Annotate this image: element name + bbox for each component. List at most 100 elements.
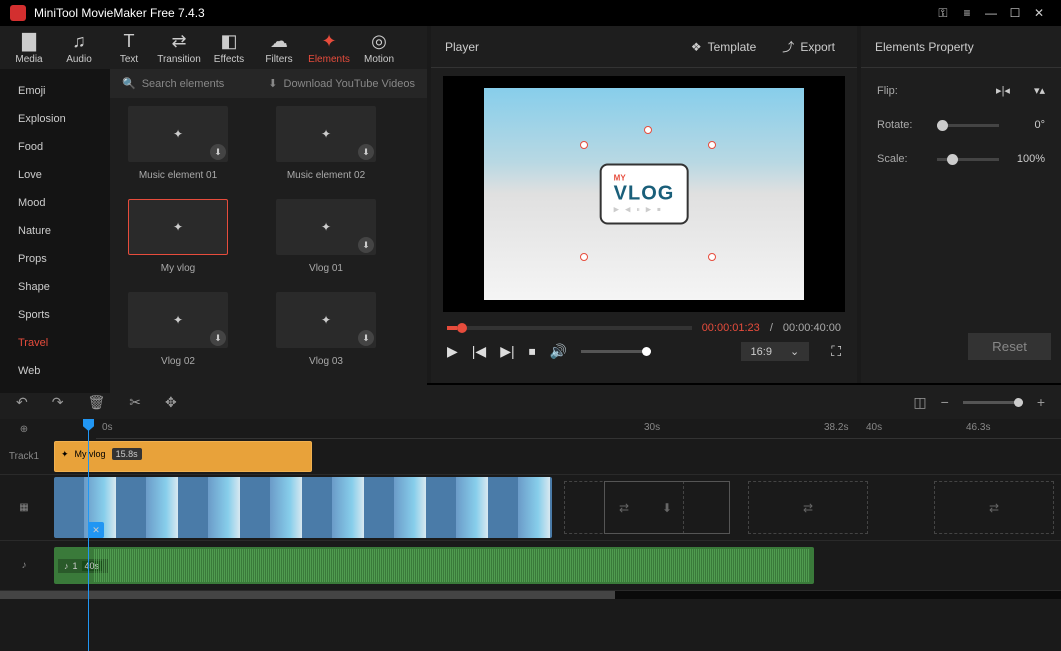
- transition-marker[interactable]: ✕: [88, 522, 104, 538]
- aspect-ratio-select[interactable]: 16:9 ⌄: [741, 342, 810, 361]
- crop-icon[interactable]: ✥: [165, 394, 177, 411]
- layers-icon: ❖: [691, 40, 702, 54]
- preview-canvas[interactable]: MY VLOG ▶ ◀ ⏸ ▶ ⏹: [443, 76, 845, 312]
- minimize-icon[interactable]: —: [979, 1, 1003, 25]
- properties-header: Elements Property: [861, 26, 1061, 68]
- reset-button[interactable]: Reset: [968, 333, 1051, 360]
- elements-icon: ✦: [321, 30, 336, 52]
- track1-label: Track1: [0, 451, 48, 462]
- sidebar-item-sports[interactable]: Sports: [0, 301, 110, 329]
- element-card[interactable]: ✦My vlog: [118, 199, 238, 274]
- sidebar-item-love[interactable]: Love: [0, 161, 110, 189]
- sidebar-item-travel[interactable]: Travel: [0, 329, 110, 357]
- add-track-icon[interactable]: ⊕: [0, 419, 48, 439]
- element-card[interactable]: ✦⬇Vlog 02: [118, 292, 238, 367]
- search-icon: 🔍: [122, 77, 136, 90]
- template-button[interactable]: ❖ Template: [683, 36, 764, 58]
- main-toolbar: ▇Media♫AudioTText⇄Transition◧Effects☁Fil…: [0, 26, 427, 69]
- tool-elements[interactable]: ✦Elements: [304, 26, 354, 69]
- tool-motion[interactable]: ◎Motion: [354, 26, 404, 69]
- next-frame-icon[interactable]: ▶|: [500, 343, 514, 360]
- star-icon: ✦: [61, 449, 69, 460]
- scale-slider[interactable]: [937, 158, 999, 161]
- flip-label: Flip:: [877, 85, 927, 97]
- tool-effects[interactable]: ◧Effects: [204, 26, 254, 69]
- timeline-ruler[interactable]: 0s30s38.2s40s46.3s: [96, 419, 1061, 439]
- time-current: 00:00:01:23: [702, 322, 760, 334]
- app-title: MiniTool MovieMaker Free 7.4.3: [34, 6, 931, 20]
- fullscreen-icon[interactable]: ⛶: [831, 343, 841, 360]
- redo-icon[interactable]: ↷: [52, 394, 64, 411]
- volume-icon[interactable]: 🔊: [550, 343, 567, 360]
- export-button[interactable]: ⤴ Export: [774, 34, 843, 59]
- download-badge-icon[interactable]: ⬇: [358, 144, 374, 160]
- horizontal-scrollbar[interactable]: [0, 591, 1061, 599]
- sidebar-item-nature[interactable]: Nature: [0, 217, 110, 245]
- sidebar-item-emoji[interactable]: Emoji: [0, 77, 110, 105]
- scale-value: 100%: [1009, 153, 1045, 165]
- titlebar: MiniTool MovieMaker Free 7.4.3 ⚿ ≡ — ☐ ✕: [0, 0, 1061, 26]
- sidebar-item-shape[interactable]: Shape: [0, 273, 110, 301]
- elements-grid: ✦⬇Music element 01 ✦⬇Music element 02 ✦My …: [110, 98, 427, 375]
- transition-dropzone[interactable]: ⇄: [748, 481, 868, 534]
- download-icon: ⬇: [268, 77, 277, 90]
- flip-vertical-icon[interactable]: ▾▴: [1034, 84, 1045, 97]
- text-icon: T: [124, 30, 135, 52]
- video-clip[interactable]: ✕: [54, 477, 552, 538]
- download-badge-icon[interactable]: ⬇: [210, 144, 226, 160]
- download-youtube-link[interactable]: ⬇ Download YouTube Videos: [268, 77, 415, 90]
- rotate-slider[interactable]: [937, 124, 999, 127]
- motion-icon: ◎: [371, 30, 387, 52]
- element-card[interactable]: ✦⬇Music element 02: [266, 106, 386, 181]
- search-input[interactable]: 🔍 Search elements: [122, 77, 268, 90]
- tool-media[interactable]: ▇Media: [4, 26, 54, 69]
- media-dropzone[interactable]: ⬇: [604, 481, 730, 534]
- element-clip[interactable]: ✦ My vlog 15.8s: [54, 441, 312, 472]
- sidebar-item-food[interactable]: Food: [0, 133, 110, 161]
- volume-slider[interactable]: [581, 350, 651, 353]
- vlog-overlay[interactable]: MY VLOG ▶ ◀ ⏸ ▶ ⏹: [600, 164, 689, 225]
- undo-icon[interactable]: ↶: [16, 394, 28, 411]
- sidebar-item-web[interactable]: Web: [0, 357, 110, 385]
- tool-transition[interactable]: ⇄Transition: [154, 26, 204, 69]
- transition-dropzone[interactable]: ⇄: [934, 481, 1054, 534]
- timeline[interactable]: ⊕ 0s30s38.2s40s46.3s Track1 ✦ My vlog 15…: [0, 419, 1061, 651]
- menu-icon[interactable]: ≡: [955, 1, 979, 25]
- audio-clip[interactable]: ♪ 1 40s: [54, 547, 814, 584]
- close-icon[interactable]: ✕: [1027, 1, 1051, 25]
- zoom-in-icon[interactable]: +: [1037, 394, 1045, 410]
- sidebar-item-mood[interactable]: Mood: [0, 189, 110, 217]
- audio-track-icon: ♪: [0, 560, 48, 571]
- snap-icon[interactable]: ◫: [913, 394, 926, 411]
- element-card[interactable]: ✦⬇Vlog 01: [266, 199, 386, 274]
- play-icon[interactable]: ▶: [447, 343, 458, 360]
- zoom-out-icon[interactable]: −: [941, 394, 949, 410]
- app-logo-icon: [10, 5, 26, 21]
- delete-icon[interactable]: 🗑: [87, 394, 105, 411]
- zoom-slider[interactable]: [963, 401, 1023, 404]
- split-icon[interactable]: ✂: [129, 394, 141, 411]
- element-card[interactable]: ✦⬇Music element 01: [118, 106, 238, 181]
- license-key-icon[interactable]: ⚿: [931, 1, 955, 25]
- download-badge-icon[interactable]: ⬇: [210, 330, 226, 346]
- time-total: 00:00:40:00: [783, 322, 841, 334]
- prev-frame-icon[interactable]: |◀: [472, 343, 486, 360]
- sidebar-item-props[interactable]: Props: [0, 245, 110, 273]
- music-icon: ♪: [64, 561, 69, 571]
- scrub-bar[interactable]: [447, 326, 692, 330]
- sidebar-item-explosion[interactable]: Explosion: [0, 105, 110, 133]
- flip-horizontal-icon[interactable]: ▸|◂: [996, 84, 1010, 97]
- tool-filters[interactable]: ☁Filters: [254, 26, 304, 69]
- maximize-icon[interactable]: ☐: [1003, 1, 1027, 25]
- download-badge-icon[interactable]: ⬇: [358, 237, 374, 253]
- scale-label: Scale:: [877, 153, 927, 165]
- playhead[interactable]: [88, 419, 89, 651]
- music-icon: ♫: [72, 30, 86, 52]
- stop-icon[interactable]: ⏹: [529, 343, 536, 360]
- element-card[interactable]: ✦⬇Vlog 03: [266, 292, 386, 367]
- folder-icon: ▇: [22, 30, 36, 52]
- download-badge-icon[interactable]: ⬇: [358, 330, 374, 346]
- tool-text[interactable]: TText: [104, 26, 154, 69]
- tool-audio[interactable]: ♫Audio: [54, 26, 104, 69]
- player-header: Player ❖ Template ⤴ Export: [431, 26, 857, 68]
